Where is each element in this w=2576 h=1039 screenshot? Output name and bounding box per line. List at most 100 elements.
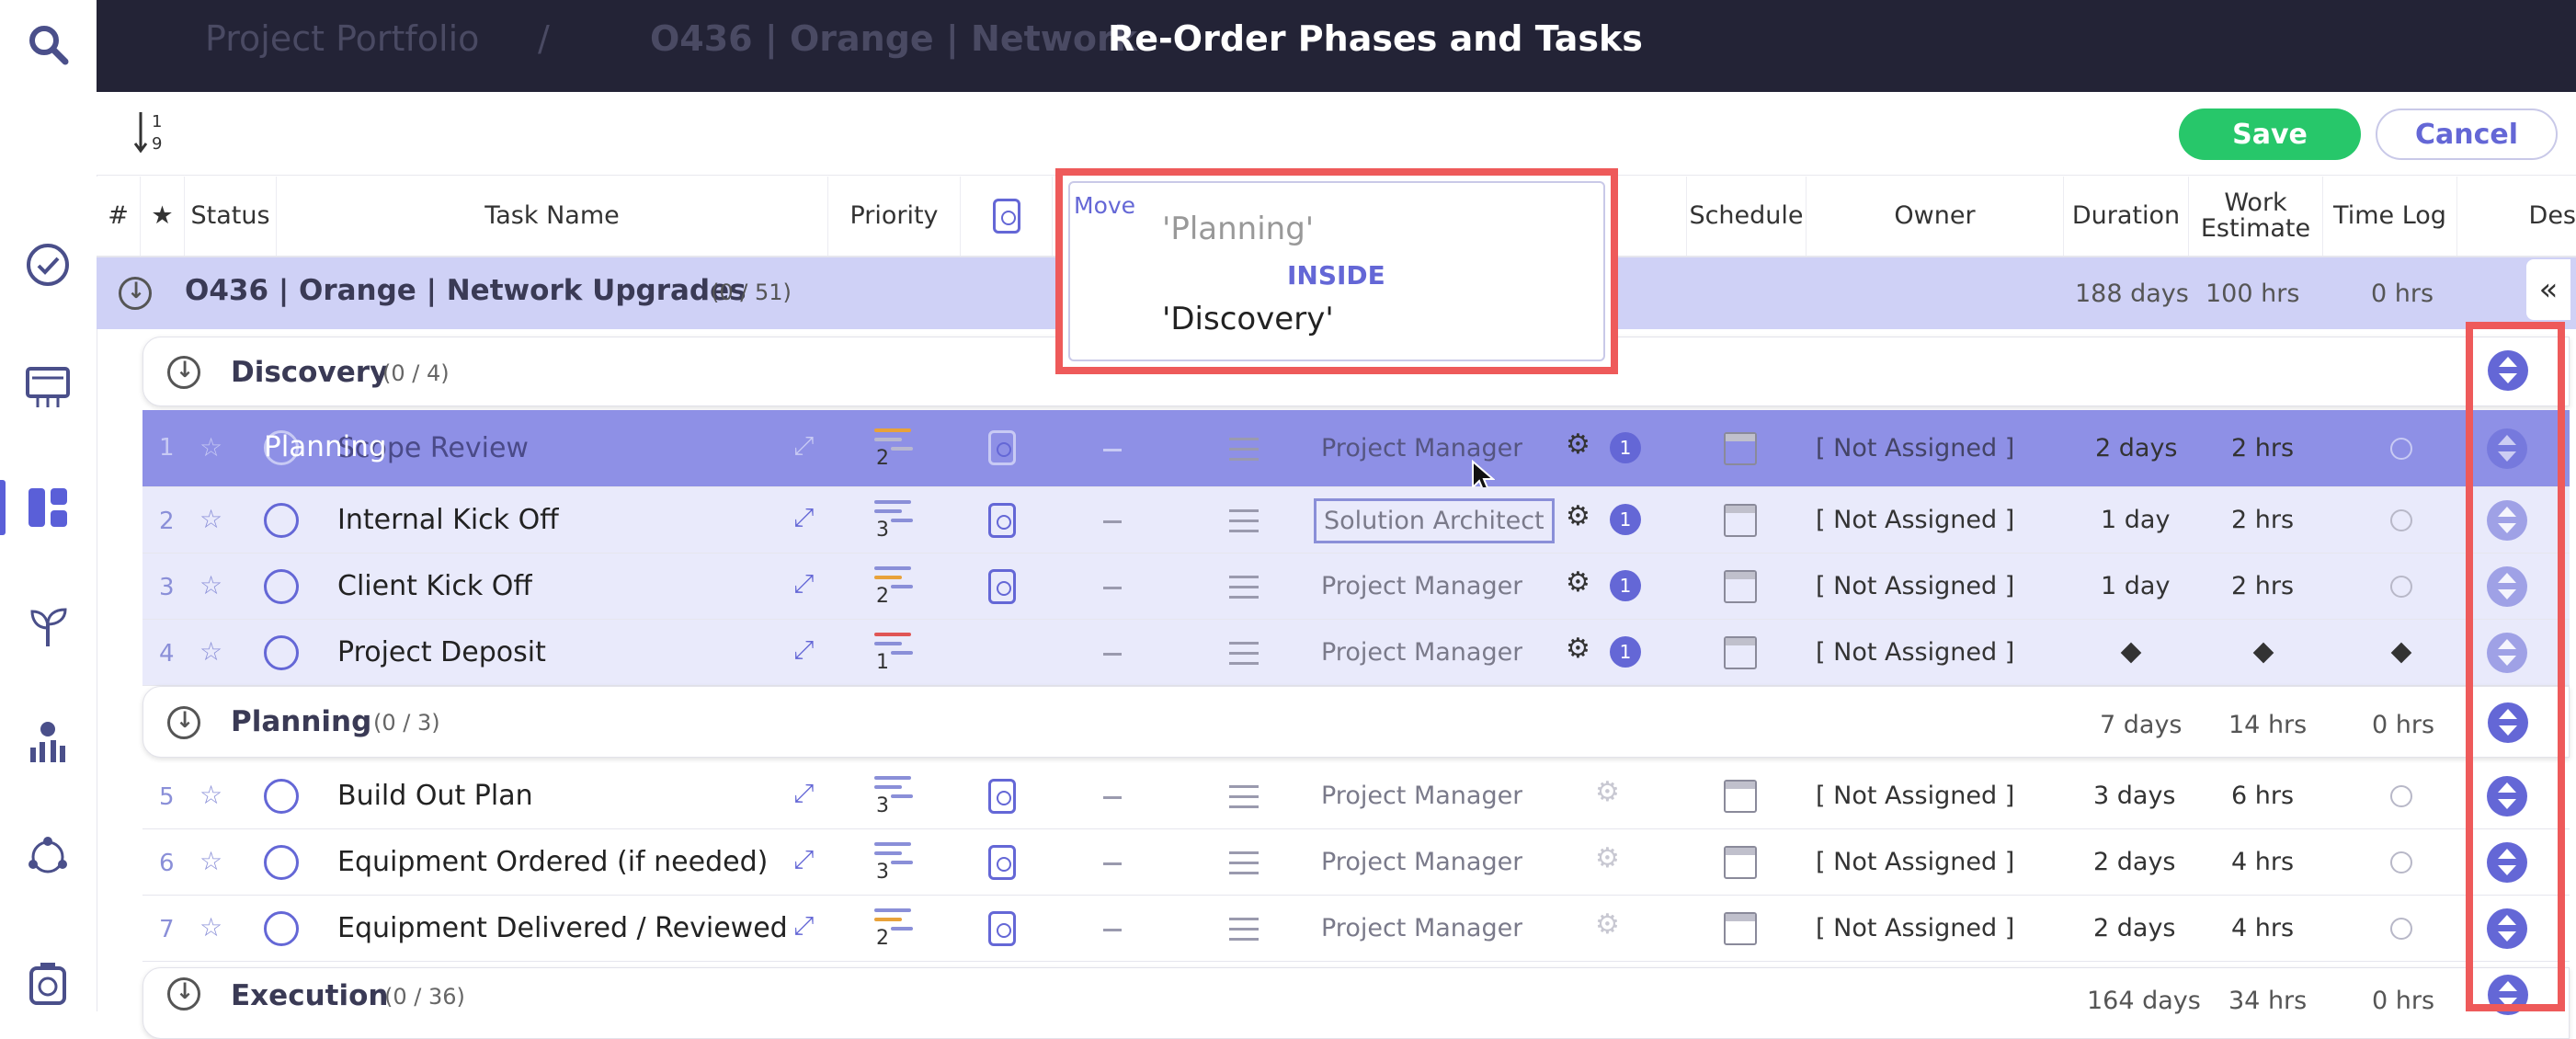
schedule-icon[interactable] xyxy=(1724,846,1757,879)
timer-icon[interactable] xyxy=(988,911,1016,946)
status-circle-icon[interactable] xyxy=(264,911,299,946)
priority-indicator[interactable]: 2 xyxy=(874,428,915,471)
task-role[interactable]: Project Manager xyxy=(1321,434,1522,462)
gear-icon[interactable]: ⚙ xyxy=(1566,633,1590,665)
expand-task-icon[interactable]: ⤢ xyxy=(793,568,814,599)
task-duration[interactable]: 3 days xyxy=(2093,782,2176,810)
gear-icon[interactable]: ⚙ xyxy=(1595,842,1620,874)
clock-icon[interactable] xyxy=(2390,576,2412,598)
status-circle-icon[interactable] xyxy=(264,503,299,538)
breadcrumb-root[interactable]: Project Portfolio xyxy=(205,18,479,59)
task-work[interactable]: 6 hrs xyxy=(2231,782,2294,810)
collapse-project-icon[interactable] xyxy=(119,277,152,310)
timer-icon[interactable] xyxy=(988,430,1016,465)
task-work[interactable]: 2 hrs xyxy=(2231,506,2294,534)
collapse-panel-button[interactable]: « xyxy=(2526,259,2570,320)
task-work[interactable]: 4 hrs xyxy=(2231,848,2294,876)
status-circle-icon[interactable] xyxy=(264,779,299,814)
expand-task-icon[interactable]: ⤢ xyxy=(793,844,814,875)
task-role[interactable]: Project Manager xyxy=(1321,782,1522,810)
table-row[interactable]: 6 ☆ Equipment Ordered (if needed) ⤢ 3 Pr… xyxy=(142,829,2570,896)
schedule-icon[interactable] xyxy=(1724,636,1757,669)
col-description[interactable]: Des xyxy=(2487,177,2576,256)
priority-indicator[interactable]: 2 xyxy=(874,908,915,951)
task-role[interactable]: Project Manager xyxy=(1321,638,1522,667)
checklist-icon[interactable] xyxy=(1229,509,1259,533)
star-icon[interactable]: ☆ xyxy=(199,912,222,942)
task-owner[interactable]: [ Not Assigned ] xyxy=(1816,572,2014,600)
star-icon[interactable]: ☆ xyxy=(199,846,222,876)
check-circle-icon[interactable] xyxy=(20,237,75,292)
schedule-icon[interactable] xyxy=(1724,504,1757,537)
plant-icon[interactable] xyxy=(20,599,75,655)
timer-icon[interactable] xyxy=(20,956,75,1011)
star-icon[interactable]: ☆ xyxy=(199,780,222,810)
clock-icon[interactable] xyxy=(2390,851,2412,873)
task-name[interactable]: Internal Kick Off xyxy=(337,504,559,536)
expand-task-icon[interactable]: ⤢ xyxy=(793,634,814,666)
task-name[interactable]: Equipment Delivered / Reviewed (if... xyxy=(337,912,797,944)
table-row[interactable]: 3 ☆ Client Kick Off ⤢ 2 Project Manager … xyxy=(142,554,2570,620)
sort-numeric-icon[interactable]: 19 xyxy=(131,108,177,154)
task-owner[interactable]: [ Not Assigned ] xyxy=(1816,506,2014,534)
col-task-name[interactable]: Task Name xyxy=(277,177,828,256)
col-duration[interactable]: Duration xyxy=(2064,177,2189,256)
task-work[interactable]: 4 hrs xyxy=(2231,914,2294,942)
table-row[interactable]: 2 ☆ Internal Kick Off ⤢ 3 Solution Archi… xyxy=(142,487,2570,554)
task-duration[interactable]: 2 days xyxy=(2093,914,2176,942)
priority-indicator[interactable]: 3 xyxy=(874,500,915,542)
col-owner[interactable]: Owner xyxy=(1807,177,2064,256)
expand-task-icon[interactable]: ⤢ xyxy=(793,430,814,462)
gear-icon[interactable]: ⚙ xyxy=(1566,428,1590,461)
clock-icon[interactable] xyxy=(2390,509,2412,531)
gear-icon[interactable]: ⚙ xyxy=(1566,566,1590,599)
timer-icon[interactable] xyxy=(988,779,1016,814)
clock-icon[interactable] xyxy=(2390,785,2412,807)
schedule-icon[interactable] xyxy=(1724,570,1757,603)
clock-icon[interactable] xyxy=(2390,438,2412,460)
network-icon[interactable] xyxy=(20,829,75,885)
table-row[interactable]: 5 ☆ Build Out Plan ⤢ 3 Project Manager ⚙… xyxy=(142,763,2570,829)
task-work[interactable]: 2 hrs xyxy=(2231,434,2294,462)
task-name[interactable]: Project Deposit xyxy=(337,636,546,668)
task-owner[interactable]: [ Not Assigned ] xyxy=(1816,848,2014,876)
task-role[interactable]: Project Manager xyxy=(1321,914,1522,942)
timer-icon[interactable] xyxy=(988,569,1016,604)
gear-icon[interactable]: ⚙ xyxy=(1595,776,1620,808)
collapse-phase-icon[interactable] xyxy=(167,356,200,389)
expand-task-icon[interactable]: ⤢ xyxy=(793,778,814,809)
save-button[interactable]: Save xyxy=(2179,108,2361,160)
task-role[interactable]: Project Manager xyxy=(1321,572,1522,600)
cancel-button[interactable]: Cancel xyxy=(2376,108,2558,160)
schedule-icon[interactable] xyxy=(1724,432,1757,465)
task-name[interactable]: Client Kick Off xyxy=(337,570,532,602)
task-name[interactable]: Equipment Ordered (if needed) xyxy=(337,846,768,878)
schedule-icon[interactable] xyxy=(1724,912,1757,945)
gear-icon[interactable]: ⚙ xyxy=(1595,908,1620,941)
people-chart-icon[interactable] xyxy=(20,715,75,771)
expand-task-icon[interactable]: ⤢ xyxy=(793,910,814,942)
breadcrumb-project[interactable]: O436 | Orange | Network xyxy=(650,18,1137,59)
task-duration[interactable]: 2 days xyxy=(2095,434,2178,462)
task-owner[interactable]: [ Not Assigned ] xyxy=(1816,782,2014,810)
col-time-log[interactable]: Time Log xyxy=(2323,177,2457,256)
col-schedule[interactable]: Schedule xyxy=(1687,177,1807,256)
board-icon[interactable] xyxy=(20,360,75,416)
table-row[interactable]: 7 ☆ Equipment Delivered / Reviewed (if..… xyxy=(142,896,2570,962)
priority-indicator[interactable]: 2 xyxy=(874,566,915,609)
status-circle-icon[interactable] xyxy=(264,845,299,880)
star-icon[interactable]: ☆ xyxy=(199,504,222,534)
checklist-icon[interactable] xyxy=(1229,642,1259,666)
timer-icon[interactable] xyxy=(988,845,1016,880)
star-icon[interactable]: ☆ xyxy=(199,570,222,600)
task-owner[interactable]: [ Not Assigned ] xyxy=(1816,638,2014,667)
task-duration[interactable]: 2 days xyxy=(2093,848,2176,876)
checklist-icon[interactable] xyxy=(1229,785,1259,809)
task-role[interactable]: Project Manager xyxy=(1321,848,1522,876)
phase-row-execution[interactable]: Execution (0 / 36) 164 days 34 hrs 0 hrs xyxy=(142,967,2570,1039)
task-duration[interactable]: 1 day xyxy=(2101,572,2170,600)
star-icon[interactable]: ☆ xyxy=(199,432,222,462)
status-circle-icon[interactable] xyxy=(264,569,299,604)
gear-icon[interactable]: ⚙ xyxy=(1566,500,1590,532)
task-owner[interactable]: [ Not Assigned ] xyxy=(1816,914,2014,942)
